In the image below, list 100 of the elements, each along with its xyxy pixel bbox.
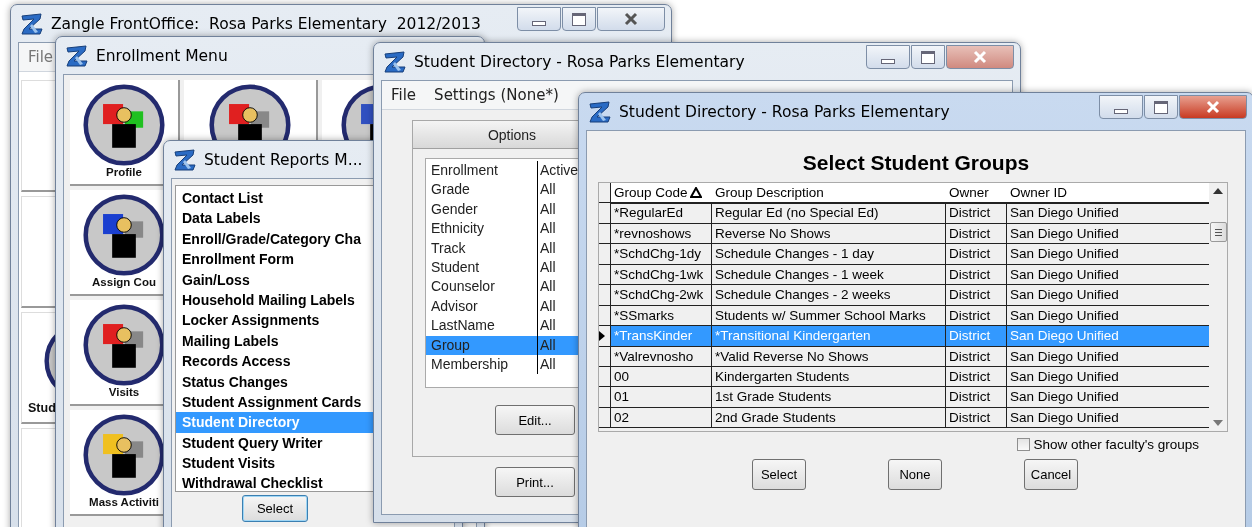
edit-button[interactable]: Edit...	[495, 405, 575, 435]
table-cell: *SchdChg-1wk	[611, 264, 712, 286]
menu-tile[interactable]: Profile	[70, 80, 180, 186]
table-cell: *revnoshows	[611, 223, 712, 245]
window-title: Enrollment Menu	[96, 46, 228, 65]
dialog-button[interactable]: Select	[752, 459, 806, 490]
row-header[interactable]	[599, 264, 611, 286]
window-title: Zangle FrontOffice: Rosa Parks Elementary 2012/2013	[51, 14, 481, 33]
row-header[interactable]	[599, 387, 611, 408]
table-cell: Schedule Changes - 1 week	[712, 264, 946, 286]
table-row[interactable]: *revnoshows Reverse No Shows District San Diego Unified	[599, 223, 1227, 245]
minimize-icon	[1114, 108, 1128, 114]
option-name: Ethnicity	[430, 219, 485, 239]
option-name: Counselor	[430, 277, 496, 297]
table-cell: District	[946, 346, 1007, 367]
table-cell: *Transitional Kindergarten	[712, 326, 946, 347]
dialog-heading: Select Student Groups	[801, 150, 1031, 176]
row-header[interactable]	[599, 346, 611, 367]
option-name: Student	[430, 257, 481, 277]
minimize-icon	[532, 20, 546, 26]
option-name: Enrollment	[430, 161, 499, 180]
table-cell: District	[946, 387, 1007, 408]
minimize-icon	[881, 58, 895, 64]
table-cell: District	[946, 366, 1007, 388]
table-cell: 00	[611, 366, 712, 388]
table-cell: Kindergarten Students	[712, 366, 946, 388]
row-header[interactable]	[599, 244, 611, 265]
row-header[interactable]	[599, 305, 611, 327]
table-cell: Regular Ed (no Special Ed)	[712, 203, 946, 224]
table-cell: *Valid Reverse No Shows	[712, 346, 946, 367]
tile-label: Assign Cou	[92, 276, 156, 288]
column-header[interactable]: Group Description	[712, 183, 946, 204]
row-header[interactable]	[599, 407, 611, 429]
table-row[interactable]: 02 2nd Grade Students District San Diego Unified	[599, 407, 1227, 429]
table-cell: District	[946, 244, 1007, 265]
menu-item[interactable]: File	[28, 48, 54, 66]
table-row[interactable]: 01 1st Grade Students District San Diego Unified	[599, 387, 1227, 408]
row-header[interactable]	[599, 366, 611, 388]
close-icon	[1205, 99, 1221, 115]
option-name: Track	[430, 238, 467, 258]
table-cell: District	[946, 326, 1007, 347]
scroll-down-icon[interactable]	[1213, 420, 1223, 426]
table-cell: District	[946, 407, 1007, 429]
option-name: Advisor	[430, 296, 479, 316]
logo-icon	[383, 49, 407, 74]
menu-item[interactable]: File	[391, 86, 417, 104]
maximize-icon	[1154, 100, 1168, 114]
table-cell: *SchdChg-2wk	[611, 285, 712, 306]
table-cell: District	[946, 223, 1007, 245]
maximize-icon	[572, 12, 586, 26]
scroll-up-icon[interactable]	[1213, 188, 1223, 194]
table-cell: Schedule Changes - 2 weeks	[712, 285, 946, 306]
window-title: Student Directory - Rosa Parks Elementary	[619, 102, 950, 121]
person-badge-icon	[83, 194, 165, 276]
option-name: Grade	[430, 180, 471, 200]
column-header[interactable]: Owner	[946, 183, 1007, 204]
window-title: Student Reports M...	[204, 150, 363, 169]
table-cell: *SchdChg-1dy	[611, 244, 712, 265]
row-header[interactable]	[599, 223, 611, 245]
table-cell: Reverse No Shows	[712, 223, 946, 245]
option-name: Gender	[430, 199, 479, 219]
table-cell: *TransKinder	[611, 326, 712, 347]
tile-label: Profile	[106, 166, 142, 178]
table-cell: District	[946, 285, 1007, 306]
menu-item[interactable]: Settings (None*)	[434, 86, 559, 104]
person-badge-icon	[83, 84, 165, 166]
window-title: Student Directory - Rosa Parks Elementary	[414, 52, 745, 71]
table-cell: 02	[611, 407, 712, 429]
checkbox[interactable]	[1016, 438, 1030, 451]
minimize-button[interactable]	[1099, 95, 1143, 119]
option-name: Membership	[430, 354, 510, 374]
sort-ascending-icon	[689, 187, 702, 198]
table-cell: District	[946, 264, 1007, 286]
person-badge-icon	[83, 304, 165, 386]
logo-icon	[588, 99, 612, 124]
person-badge-icon	[83, 414, 165, 496]
scrollbar-thumb[interactable]	[1209, 222, 1227, 242]
close-icon	[972, 49, 988, 65]
logo-icon	[20, 11, 44, 36]
maximize-button[interactable]	[1144, 95, 1178, 119]
table-cell: 1st Grade Students	[712, 387, 946, 408]
row-header[interactable]	[599, 203, 611, 224]
table-cell: 01	[611, 387, 712, 408]
row-header[interactable]	[599, 326, 611, 347]
table-cell: Schedule Changes - 1 day	[712, 244, 946, 265]
close-icon	[623, 11, 639, 27]
table-cell: *RegularEd	[611, 203, 712, 224]
row-pointer-icon	[599, 330, 605, 341]
dialog-button[interactable]: Cancel	[1024, 459, 1078, 490]
option-name: LastName	[430, 316, 496, 336]
close-button[interactable]	[1179, 95, 1247, 119]
tile-label: Visits	[108, 386, 140, 398]
tile-label: Mass Activiti	[89, 496, 159, 508]
table-cell: District	[946, 203, 1007, 224]
option-name: Group	[430, 335, 471, 355]
table-cell: *Valrevnosho	[611, 346, 712, 367]
dialog-button[interactable]: None	[888, 459, 942, 490]
row-header[interactable]	[599, 285, 611, 306]
logo-icon	[173, 147, 197, 172]
column-header[interactable]: Group Code	[611, 183, 712, 204]
